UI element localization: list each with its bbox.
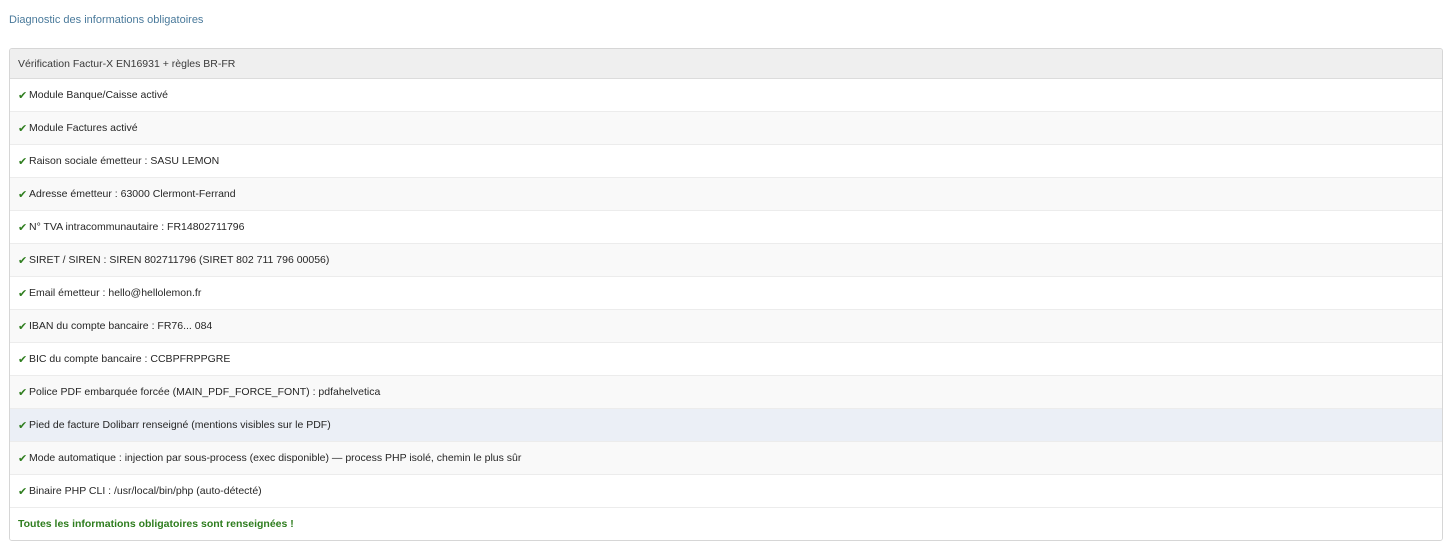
check-label: Adresse émetteur : 63000 Clermont-Ferran… <box>29 188 236 200</box>
check-label: Email émetteur : hello@hellolemon.fr <box>29 287 202 299</box>
check-label: Mode automatique : injection par sous-pr… <box>29 452 522 464</box>
check-icon: ✔ <box>18 418 28 432</box>
check-label: Module Factures activé <box>29 122 138 134</box>
check-icon: ✔ <box>18 319 28 333</box>
check-icon: ✔ <box>18 352 28 366</box>
check-icon: ✔ <box>18 121 28 135</box>
check-icon: ✔ <box>18 484 28 498</box>
check-row: ✔ SIRET / SIREN : SIREN 802711796 (SIRET… <box>10 244 1442 277</box>
check-icon: ✔ <box>18 154 28 168</box>
check-row: ✔ Module Factures activé <box>10 112 1442 145</box>
check-icon: ✔ <box>18 88 28 102</box>
check-label: BIC du compte bancaire : CCBPFRPPGRE <box>29 353 231 365</box>
check-label: N° TVA intracommunautaire : FR1480271179… <box>29 221 245 233</box>
check-row: ✔ Pied de facture Dolibarr renseigné (me… <box>10 409 1442 442</box>
check-label: Module Banque/Caisse activé <box>29 89 168 101</box>
check-icon: ✔ <box>18 253 28 267</box>
check-row: ✔ Mode automatique : injection par sous-… <box>10 442 1442 475</box>
check-icon: ✔ <box>18 385 28 399</box>
check-icon: ✔ <box>18 187 28 201</box>
check-icon: ✔ <box>18 286 28 300</box>
check-label: Raison sociale émetteur : SASU LEMON <box>29 155 220 167</box>
panel-header: Vérification Factur-X EN16931 + règles B… <box>10 49 1442 79</box>
check-row: ✔ Police PDF embarquée forcée (MAIN_PDF_… <box>10 376 1442 409</box>
check-row: ✔ Module Banque/Caisse activé <box>10 79 1442 112</box>
check-label: Pied de facture Dolibarr renseigné (ment… <box>29 419 331 431</box>
page-title: Diagnostic des informations obligatoires <box>9 14 204 26</box>
check-icon: ✔ <box>18 451 28 465</box>
check-row: ✔ Adresse émetteur : 63000 Clermont-Ferr… <box>10 178 1442 211</box>
check-row: ✔ N° TVA intracommunautaire : FR14802711… <box>10 211 1442 244</box>
check-label: Police PDF embarquée forcée (MAIN_PDF_FO… <box>29 386 381 398</box>
summary-row: Toutes les informations obligatoires son… <box>10 508 1442 540</box>
check-label: Binaire PHP CLI : /usr/local/bin/php (au… <box>29 485 262 497</box>
check-row: ✔ Email émetteur : hello@hellolemon.fr <box>10 277 1442 310</box>
summary-message: Toutes les informations obligatoires son… <box>18 518 294 530</box>
check-label: IBAN du compte bancaire : FR76... 084 <box>29 320 213 332</box>
check-row: ✔ BIC du compte bancaire : CCBPFRPPGRE <box>10 343 1442 376</box>
check-row: ✔ Raison sociale émetteur : SASU LEMON <box>10 145 1442 178</box>
check-label: SIRET / SIREN : SIREN 802711796 (SIRET 8… <box>29 254 330 266</box>
diagnostic-panel: Vérification Factur-X EN16931 + règles B… <box>9 48 1443 541</box>
check-icon: ✔ <box>18 220 28 234</box>
check-row: ✔ Binaire PHP CLI : /usr/local/bin/php (… <box>10 475 1442 508</box>
check-row: ✔ IBAN du compte bancaire : FR76... 084 <box>10 310 1442 343</box>
